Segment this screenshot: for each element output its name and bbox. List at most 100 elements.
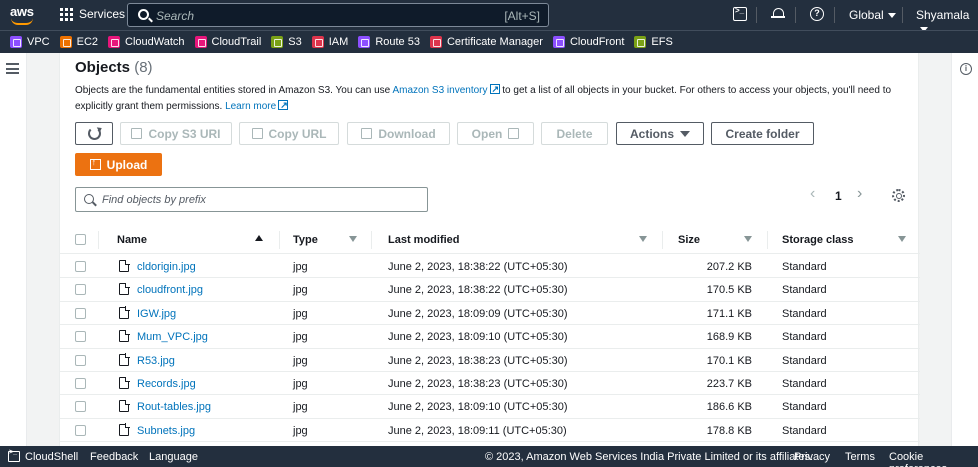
favorite-cloudtrail[interactable]: CloudTrail xyxy=(194,36,261,48)
row-checkbox[interactable] xyxy=(75,261,86,272)
find-objects-input[interactable]: Find objects by prefix xyxy=(75,187,428,212)
table-header: Name Type Last modified Size Storage cla… xyxy=(60,226,920,254)
objects-panel: Objects (8) Objects are the fundamental … xyxy=(59,53,920,446)
object-size: 178.8 KB xyxy=(706,424,752,437)
table-row[interactable]: cldorigin.jpg jpg June 2, 2023, 18:38:22 (… xyxy=(60,255,920,279)
table-row[interactable]: Records.jpg jpg June 2, 2023, 18:38:23 (UT… xyxy=(60,372,920,396)
row-checkbox[interactable] xyxy=(75,284,86,296)
table-row[interactable]: cloudfront.jpg jpg June 2, 2023, 18:38:22 … xyxy=(60,278,920,302)
bell-icon[interactable] xyxy=(771,7,785,21)
find-objects-placeholder: Find objects by prefix xyxy=(102,194,206,206)
inventory-link[interactable]: Amazon S3 inventory xyxy=(392,81,500,97)
copy-url-button[interactable]: Copy URL xyxy=(239,122,339,145)
favorite-label: VPC xyxy=(27,36,50,48)
learn-more-link[interactable]: Learn more xyxy=(225,97,289,113)
file-icon xyxy=(119,376,130,389)
object-storage-class: Standard xyxy=(782,284,827,297)
object-name-link[interactable]: Records.jpg xyxy=(137,378,196,390)
column-storage-class-header[interactable]: Storage class xyxy=(782,234,854,246)
cookie-preferences-link[interactable]: Cookie preferences xyxy=(889,451,978,467)
cloudshell-icon[interactable] xyxy=(8,449,20,462)
favorite-cloudfront[interactable]: CloudFront xyxy=(552,36,624,48)
row-checkbox[interactable] xyxy=(75,331,86,343)
column-name-header[interactable]: Name xyxy=(117,234,147,246)
table-row[interactable]: R53.jpg jpg June 2, 2023, 18:38:23 (UTC+05… xyxy=(60,349,920,372)
service-icon xyxy=(552,36,565,48)
refresh-button[interactable] xyxy=(75,122,113,145)
download-button[interactable]: Download xyxy=(347,122,450,145)
favorite-efs[interactable]: EFS xyxy=(634,36,673,48)
gear-icon[interactable] xyxy=(892,189,905,202)
open-button[interactable]: Open xyxy=(457,122,534,145)
row-checkbox[interactable] xyxy=(75,424,86,436)
help-icon[interactable]: ? xyxy=(810,7,824,21)
actions-dropdown-button[interactable]: Actions xyxy=(616,122,704,145)
delete-button[interactable]: Delete xyxy=(541,122,608,145)
service-icon xyxy=(108,36,121,48)
table-row[interactable]: Mum_VPC.jpg jpg June 2, 2023, 18:09:10 (UT… xyxy=(60,325,920,349)
row-checkbox[interactable] xyxy=(75,378,86,389)
sort-icon[interactable] xyxy=(744,236,752,242)
terms-link[interactable]: Terms xyxy=(845,451,875,463)
sort-ascending-icon[interactable] xyxy=(255,235,263,241)
table-row[interactable]: Rout-tables.jpg jpg June 2, 2023, 18:09:10… xyxy=(60,395,920,419)
sort-icon[interactable] xyxy=(898,236,906,242)
next-page-button[interactable]: › xyxy=(857,185,862,203)
column-type-header[interactable]: Type xyxy=(293,234,318,246)
region-selector[interactable]: Global xyxy=(849,8,896,22)
feedback-link[interactable]: Feedback xyxy=(90,451,138,463)
favorite-vpc[interactable]: VPC xyxy=(10,36,50,48)
refresh-icon xyxy=(87,127,101,140)
privacy-link[interactable]: Privacy xyxy=(794,451,830,463)
search-input[interactable]: Search [Alt+S] xyxy=(127,3,549,27)
table-row[interactable]: Subnets.jpg jpg June 2, 2023, 18:09:11 (UT… xyxy=(60,419,920,443)
object-size: 170.1 KB xyxy=(706,354,752,367)
service-icon xyxy=(10,36,22,48)
create-folder-button[interactable]: Create folder xyxy=(711,122,814,145)
object-name-link[interactable]: cloudfront.jpg xyxy=(137,284,203,296)
search-shortcut: [Alt+S] xyxy=(504,9,540,23)
column-size-header[interactable]: Size xyxy=(678,234,700,246)
file-icon xyxy=(119,282,130,296)
copy-s3-uri-button[interactable]: Copy S3 URI xyxy=(120,122,232,145)
cloudshell-icon[interactable] xyxy=(733,6,747,21)
object-name-link[interactable]: IGW.jpg xyxy=(137,308,176,320)
column-separator xyxy=(279,231,280,249)
row-checkbox[interactable] xyxy=(75,354,86,366)
favorite-cloudwatch[interactable]: CloudWatch xyxy=(108,36,185,48)
object-name-link[interactable]: cldorigin.jpg xyxy=(137,261,196,273)
cloudshell-link[interactable]: CloudShell xyxy=(25,451,78,463)
row-checkbox[interactable] xyxy=(75,307,86,319)
favorite-s3[interactable]: S3 xyxy=(271,36,302,48)
upload-button[interactable]: Upload xyxy=(75,153,162,176)
table-row[interactable]: IGW.jpg jpg June 2, 2023, 18:09:09 (UTC+05… xyxy=(60,302,920,326)
select-all-checkbox[interactable] xyxy=(75,234,86,245)
object-name-link[interactable]: R53.jpg xyxy=(137,355,175,367)
sort-icon[interactable] xyxy=(349,236,357,242)
object-name-link[interactable]: Rout-tables.jpg xyxy=(137,401,211,413)
column-last-modified-header[interactable]: Last modified xyxy=(388,234,460,246)
object-size: 223.7 KB xyxy=(706,378,752,390)
favorite-certificate-manager[interactable]: Certificate Manager xyxy=(429,36,543,48)
top-navigation: aws Services Search [Alt+S] ? Global Shy… xyxy=(0,0,978,33)
learn-more-label: Learn more xyxy=(225,101,277,112)
language-link[interactable]: Language xyxy=(149,451,198,463)
object-storage-class: Standard xyxy=(782,401,827,414)
services-menu-button[interactable]: Services xyxy=(60,7,125,21)
object-name-link[interactable]: Subnets.jpg xyxy=(137,425,195,437)
favorite-ec2[interactable]: EC2 xyxy=(59,36,98,48)
sort-icon[interactable] xyxy=(639,236,647,242)
object-name-link[interactable]: Mum_VPC.jpg xyxy=(137,331,208,343)
object-last-modified: June 2, 2023, 18:09:10 (UTC+05:30) xyxy=(388,401,568,414)
info-icon[interactable]: i xyxy=(960,63,972,75)
previous-page-button[interactable]: ‹ xyxy=(810,185,815,203)
favorite-iam[interactable]: IAM xyxy=(311,36,348,48)
divider xyxy=(795,7,796,23)
favorite-route-53[interactable]: Route 53 xyxy=(358,36,420,48)
menu-icon[interactable] xyxy=(6,63,19,74)
aws-logo[interactable]: aws xyxy=(8,4,38,26)
current-page-number[interactable]: 1 xyxy=(835,189,842,203)
search-icon xyxy=(138,9,149,20)
service-icon xyxy=(59,36,72,48)
row-checkbox[interactable] xyxy=(75,401,86,413)
